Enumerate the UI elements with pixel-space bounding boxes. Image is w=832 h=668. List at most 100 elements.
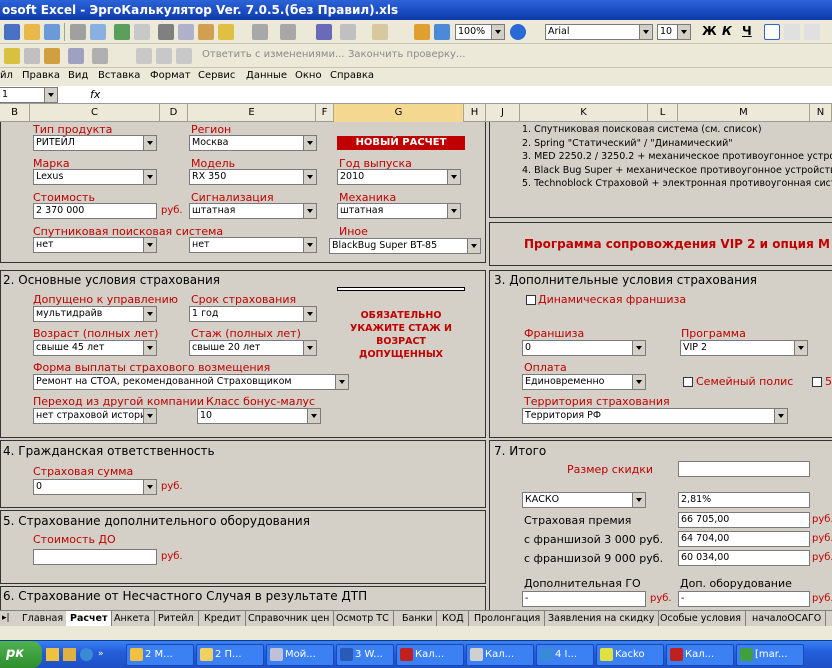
tab-banks[interactable]: Банки: [398, 611, 438, 627]
redo-icon[interactable]: [280, 24, 296, 40]
help-icon[interactable]: [510, 24, 526, 40]
menu-data[interactable]: Данные: [246, 70, 287, 81]
accept-change-icon[interactable]: [136, 48, 152, 64]
franchise-select[interactable]: 0: [522, 340, 646, 356]
tab-special-conditions[interactable]: Особые условия: [656, 611, 746, 627]
column-header-N[interactable]: N: [810, 104, 832, 122]
drivers-select[interactable]: мультидрайв: [33, 306, 157, 322]
permission-icon[interactable]: [24, 24, 40, 40]
print-preview-icon[interactable]: [90, 24, 106, 40]
tab-discount-requests[interactable]: Заявления на скидку: [544, 611, 660, 627]
quicklaunch-more-icon[interactable]: »: [98, 649, 104, 659]
age-select[interactable]: свыше 45 лет: [33, 340, 157, 356]
transfer-select[interactable]: нет страховой истории: [33, 408, 157, 424]
region-select[interactable]: Москва: [189, 135, 317, 151]
paste-icon[interactable]: [198, 24, 214, 40]
column-header-M[interactable]: M: [678, 104, 810, 122]
align-center-icon[interactable]: [784, 24, 800, 40]
sort-icon[interactable]: [372, 24, 388, 40]
model-select[interactable]: RX 350: [189, 169, 317, 185]
tab-main[interactable]: Главная: [18, 611, 69, 627]
territory-select[interactable]: Территория РФ: [522, 408, 788, 424]
satellite-select-2[interactable]: нет: [189, 237, 317, 253]
menu-insert[interactable]: Вставка: [98, 70, 140, 81]
research-icon[interactable]: [134, 24, 150, 40]
formula-input[interactable]: [110, 88, 820, 102]
mechanic-select[interactable]: штатная: [337, 203, 461, 219]
column-header-B[interactable]: B: [0, 104, 30, 122]
tab-kod[interactable]: КОД: [438, 611, 469, 627]
delete-comment-icon[interactable]: [176, 48, 192, 64]
column-header-F[interactable]: F: [316, 104, 334, 122]
track-changes-icon[interactable]: [68, 48, 84, 64]
underline-button[interactable]: Ч: [742, 24, 752, 38]
show-comments-icon[interactable]: [44, 48, 60, 64]
cut-icon[interactable]: [158, 24, 174, 40]
quicklaunch-folder-icon[interactable]: [63, 648, 76, 661]
taskbar-item-mail[interactable]: 2 М...: [126, 644, 194, 666]
year-select[interactable]: 2010: [337, 169, 461, 185]
taskbar-item-ie[interactable]: 4 I...: [536, 644, 594, 666]
align-left-icon[interactable]: [764, 24, 780, 40]
menu-file[interactable]: йл: [0, 70, 13, 81]
tab-osago-start[interactable]: началоОСАГО: [748, 611, 827, 627]
tab-prolongation[interactable]: Пролонгация: [470, 611, 546, 627]
name-box[interactable]: 1: [0, 87, 58, 103]
copy-icon[interactable]: [178, 24, 194, 40]
function-icon[interactable]: fx: [90, 88, 100, 101]
brand-select[interactable]: Lexus: [33, 169, 157, 185]
tab-credit[interactable]: Кредит: [200, 611, 246, 627]
taskbar-item-word[interactable]: 3 W...: [336, 644, 394, 666]
product-type-select[interactable]: РИТЕЙЛ: [33, 135, 157, 151]
format-painter-icon[interactable]: [218, 24, 234, 40]
equipment-cost-input[interactable]: [33, 549, 157, 565]
taskbar-item-mar[interactable]: [mar...: [736, 644, 804, 666]
menu-format[interactable]: Формат: [150, 70, 191, 81]
column-header-L[interactable]: L: [648, 104, 678, 122]
term-select[interactable]: 1 год: [189, 306, 317, 322]
start-button[interactable]: рк: [0, 641, 42, 668]
bold-button[interactable]: Ж: [702, 24, 717, 38]
taskbar-item-kacko[interactable]: Kacko: [596, 644, 664, 666]
comment-icon[interactable]: [24, 48, 40, 64]
program-select[interactable]: VIP 2: [680, 340, 808, 356]
reviewing-pane-icon[interactable]: [92, 48, 108, 64]
satellite-select-1[interactable]: нет: [33, 237, 157, 253]
zoom-select[interactable]: 100%: [455, 24, 505, 40]
column-header-K[interactable]: K: [520, 104, 648, 122]
taskbar-item-calc-2[interactable]: Кал...: [466, 644, 534, 666]
column-header-D[interactable]: D: [160, 104, 188, 122]
taskbar-item-folders[interactable]: 2 П...: [196, 644, 264, 666]
menu-tools[interactable]: Сервис: [198, 70, 235, 81]
font-size-select[interactable]: 10: [657, 24, 691, 40]
reject-change-icon[interactable]: [156, 48, 172, 64]
experience-select[interactable]: свыше 20 лет: [189, 340, 317, 356]
save-icon[interactable]: [4, 24, 20, 40]
taskbar-item-calc-1[interactable]: Кал...: [396, 644, 464, 666]
italic-button[interactable]: К: [722, 24, 732, 38]
align-right-icon[interactable]: [804, 24, 820, 40]
payment-select[interactable]: Единовременно: [522, 374, 646, 390]
autosum-icon[interactable]: [340, 24, 356, 40]
tab-inspection[interactable]: Осмотр ТС: [332, 611, 394, 627]
payout-select[interactable]: Ремонт на СТОА, рекомендованной Страховщ…: [33, 374, 349, 390]
alarm-select[interactable]: штатная: [189, 203, 317, 219]
new-comment-icon[interactable]: [4, 48, 20, 64]
reply-with-changes-button[interactable]: Ответить с изменениями...: [202, 49, 344, 60]
dynamic-franchise-checkbox[interactable]: [526, 295, 536, 305]
column-header-H[interactable]: H: [464, 104, 486, 122]
tab-calculation[interactable]: Расчет: [66, 611, 113, 627]
quicklaunch-ie-icon[interactable]: [80, 648, 93, 661]
chart-wizard-icon[interactable]: [414, 24, 430, 40]
column-header-C[interactable]: C: [30, 104, 160, 122]
new-calculation-button[interactable]: НОВЫЙ РАСЧЕТ: [337, 136, 465, 150]
email-icon[interactable]: [44, 24, 60, 40]
print-icon[interactable]: [70, 24, 86, 40]
tab-retail[interactable]: Ритейл: [154, 611, 199, 627]
menu-edit[interactable]: Правка: [22, 70, 60, 81]
column-header-G[interactable]: G: [334, 104, 464, 122]
spelling-icon[interactable]: [114, 24, 130, 40]
other-select[interactable]: BlackBug Super BT-85: [329, 238, 481, 254]
tab-scroll-icon[interactable]: ▸|: [2, 613, 10, 623]
tab-questionnaire[interactable]: Анкета: [110, 611, 155, 627]
